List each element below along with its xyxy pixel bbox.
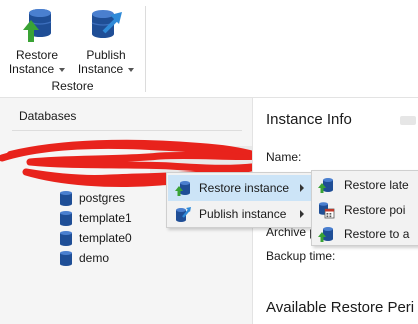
menu-item-label: Restore poi bbox=[344, 203, 406, 217]
database-label: demo bbox=[79, 251, 110, 265]
menu-item-restore-latest[interactable]: Restore late bbox=[313, 173, 418, 197]
database-label: template0 bbox=[79, 231, 132, 245]
database-icon bbox=[60, 250, 72, 266]
database-label: template1 bbox=[79, 211, 132, 225]
redacted-value bbox=[400, 116, 416, 125]
name-label: Name: bbox=[266, 150, 302, 164]
database-icon bbox=[60, 230, 72, 246]
menu-item-restore-point[interactable]: Restore poi bbox=[313, 198, 418, 222]
menu-item-restore-instance[interactable]: Restore instance bbox=[168, 175, 314, 201]
publish-database-icon bbox=[176, 207, 191, 222]
chevron-down-icon bbox=[59, 67, 66, 72]
list-item[interactable]: template0 bbox=[60, 228, 132, 248]
menu-item-label: Restore instance bbox=[199, 181, 290, 195]
restore-point-icon bbox=[319, 202, 335, 219]
database-icon bbox=[60, 190, 72, 206]
chevron-right-icon bbox=[300, 184, 304, 192]
list-item[interactable]: template1 bbox=[60, 208, 132, 228]
chevron-down-icon bbox=[128, 67, 135, 72]
restore-button-label-line2: Instance bbox=[8, 62, 55, 76]
database-list: postgres template1 template0 demo bbox=[60, 188, 132, 268]
list-item[interactable]: postgres bbox=[60, 188, 132, 208]
restore-to-icon bbox=[318, 227, 333, 242]
chevron-right-icon bbox=[300, 210, 304, 218]
ribbon-group-separator bbox=[145, 6, 146, 92]
databases-panel-title: Databases bbox=[19, 109, 77, 123]
menu-item-label: Publish instance bbox=[199, 207, 287, 221]
ribbon: Restore Instance Publish Instance Restor… bbox=[0, 0, 418, 98]
database-icon bbox=[60, 210, 72, 226]
instance-info-title: Instance Info bbox=[266, 111, 352, 128]
publish-instance-button[interactable]: Publish Instance bbox=[75, 6, 137, 76]
restore-database-icon bbox=[23, 9, 52, 42]
publish-button-label: Publish bbox=[86, 48, 126, 62]
menu-item-publish-instance[interactable]: Publish instance bbox=[168, 201, 314, 227]
ribbon-group-label: Restore bbox=[51, 79, 94, 93]
panel-divider bbox=[12, 130, 242, 131]
backup-time-label: Backup time: bbox=[266, 249, 336, 263]
context-menu: Restore instance Publish instance bbox=[166, 172, 316, 228]
list-item[interactable]: demo bbox=[60, 248, 132, 268]
menu-item-restore-to[interactable]: Restore to a bbox=[313, 222, 418, 245]
menu-item-label: Restore to a bbox=[344, 227, 410, 241]
available-restore-periods-title: Available Restore Peri bbox=[266, 299, 415, 316]
database-label: postgres bbox=[79, 191, 126, 205]
publish-button-label-line2: Instance bbox=[77, 62, 124, 76]
restore-database-icon bbox=[175, 181, 190, 196]
restore-instance-button[interactable]: Restore Instance bbox=[6, 6, 68, 76]
restore-latest-icon bbox=[318, 178, 333, 193]
menu-item-label: Restore late bbox=[344, 178, 409, 192]
publish-database-icon bbox=[91, 10, 122, 38]
restore-submenu: Restore late Restore poi Restore to a bbox=[311, 170, 418, 246]
restore-button-label: Restore bbox=[15, 48, 59, 62]
